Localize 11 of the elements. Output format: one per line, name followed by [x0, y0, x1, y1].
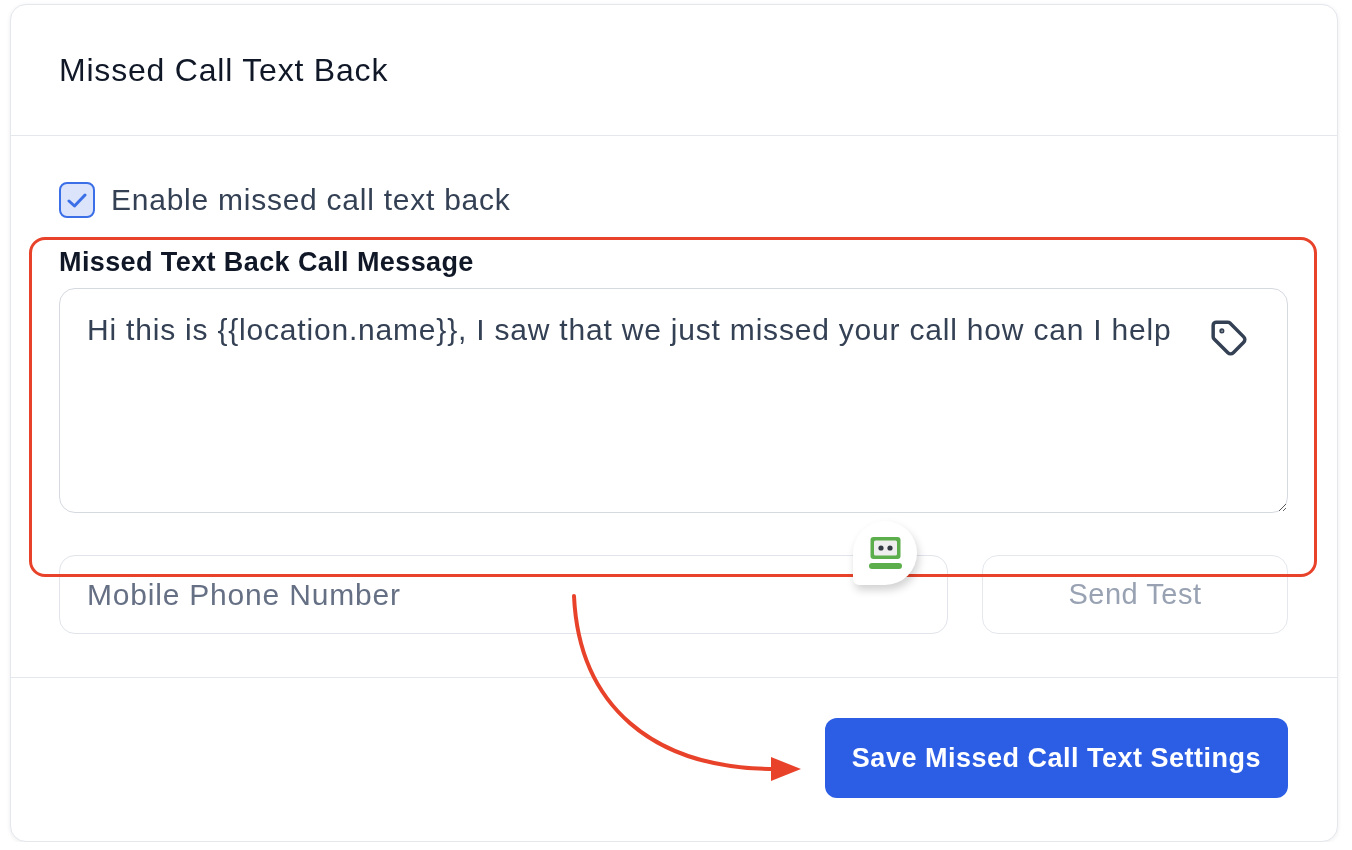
checkbox[interactable] [59, 182, 95, 218]
checkbox-label: Enable missed call text back [111, 183, 511, 217]
card-title: Missed Call Text Back [59, 51, 389, 89]
tag-icon[interactable] [1210, 319, 1248, 357]
save-button[interactable]: Save Missed Call Text Settings [824, 718, 1288, 798]
monitor-face-icon [868, 537, 902, 569]
field-label: Missed Text Back Call Message [59, 246, 474, 279]
check-icon [67, 192, 87, 208]
extension-badge[interactable] [853, 521, 917, 585]
phone-number-field[interactable]: Mobile Phone Number [59, 555, 948, 634]
message-field[interactable]: Hi this is {{location.name}}, I saw that we just missed your call how can I help [59, 288, 1288, 513]
